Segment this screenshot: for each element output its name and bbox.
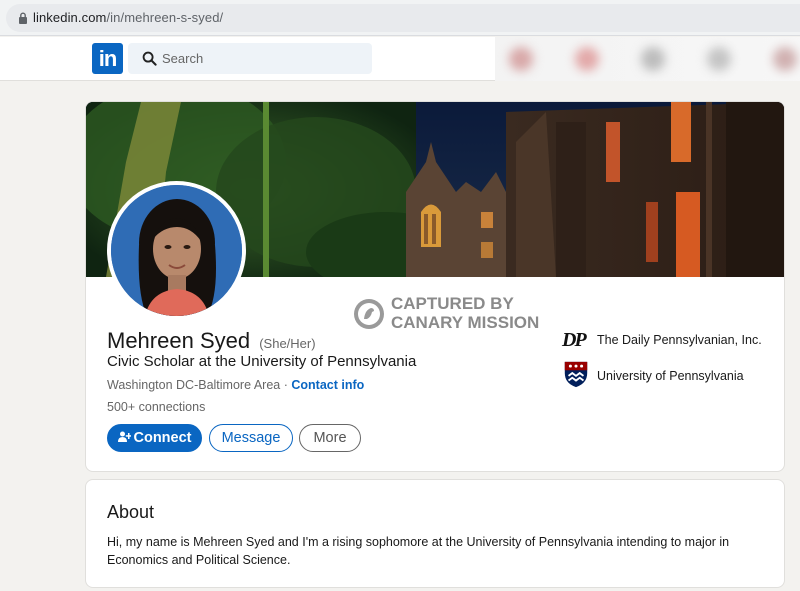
bird-icon xyxy=(354,299,384,329)
search-box[interactable] xyxy=(128,43,372,74)
location-line: Washington DC-Baltimore Area · Contact i… xyxy=(107,378,364,392)
penn-shield-icon xyxy=(564,361,588,388)
address-bar[interactable]: linkedin.com/in/mehreen-s-syed/ xyxy=(6,4,800,32)
blurred-nav-icons xyxy=(495,37,800,81)
lock-icon xyxy=(19,12,27,24)
blurred-nav-icon xyxy=(707,47,731,71)
url-host: linkedin.com xyxy=(33,10,107,25)
about-text: Hi, my name is Mehreen Syed and I'm a ri… xyxy=(107,535,730,567)
connections-count[interactable]: 500+ connections xyxy=(107,400,205,414)
profile-photo[interactable] xyxy=(107,181,246,320)
name-text: Mehreen Syed xyxy=(107,328,251,353)
canary-mission-watermark: CAPTURED BY CANARY MISSION xyxy=(353,294,553,334)
watermark-text: CAPTURED BY CANARY MISSION xyxy=(391,294,539,332)
message-button[interactable]: Message xyxy=(209,424,293,452)
blurred-nav-icon xyxy=(641,47,665,71)
browser-url-bar: linkedin.com/in/mehreen-s-syed/ xyxy=(0,0,800,36)
org-name: The Daily Pennsylvanian, Inc. xyxy=(597,333,762,347)
about-title: About xyxy=(107,502,155,522)
search-icon xyxy=(142,51,157,66)
linkedin-navbar: in xyxy=(0,37,800,81)
add-person-icon xyxy=(117,431,131,442)
org-name: University of Pennsylvania xyxy=(597,369,744,383)
about-card: About Hi, my name is Mehreen Syed and I'… xyxy=(85,479,785,588)
location-separator: · xyxy=(283,378,288,392)
linkedin-logo[interactable]: in xyxy=(92,43,123,74)
location: Washington DC-Baltimore Area xyxy=(107,378,281,392)
blurred-nav-icon xyxy=(575,47,599,71)
profile-name: Mehreen Syed (She/Her) xyxy=(107,328,316,354)
search-input[interactable] xyxy=(162,43,362,74)
watermark-line1: CAPTURED BY xyxy=(391,294,514,313)
profile-card: CAPTURED BY CANARY MISSION Mehreen Syed … xyxy=(85,101,785,472)
watermark-line2: CANARY MISSION xyxy=(391,313,540,332)
connect-label: Connect xyxy=(133,430,192,446)
url-text: linkedin.com/in/mehreen-s-syed/ xyxy=(33,10,223,25)
blurred-nav-icon xyxy=(509,47,533,71)
contact-info-link[interactable]: Contact info xyxy=(291,378,364,392)
blurred-nav-icon xyxy=(773,47,797,71)
more-button[interactable]: More xyxy=(299,424,361,452)
connect-button[interactable]: Connect xyxy=(107,424,202,452)
daily-pennsylvanian-logo: DP xyxy=(562,329,587,351)
profile-photo-image xyxy=(111,185,242,316)
profile-headline: Civic Scholar at the University of Penns… xyxy=(107,353,417,370)
url-path: /in/mehreen-s-syed/ xyxy=(106,10,224,25)
pronouns: (She/Her) xyxy=(259,336,316,351)
